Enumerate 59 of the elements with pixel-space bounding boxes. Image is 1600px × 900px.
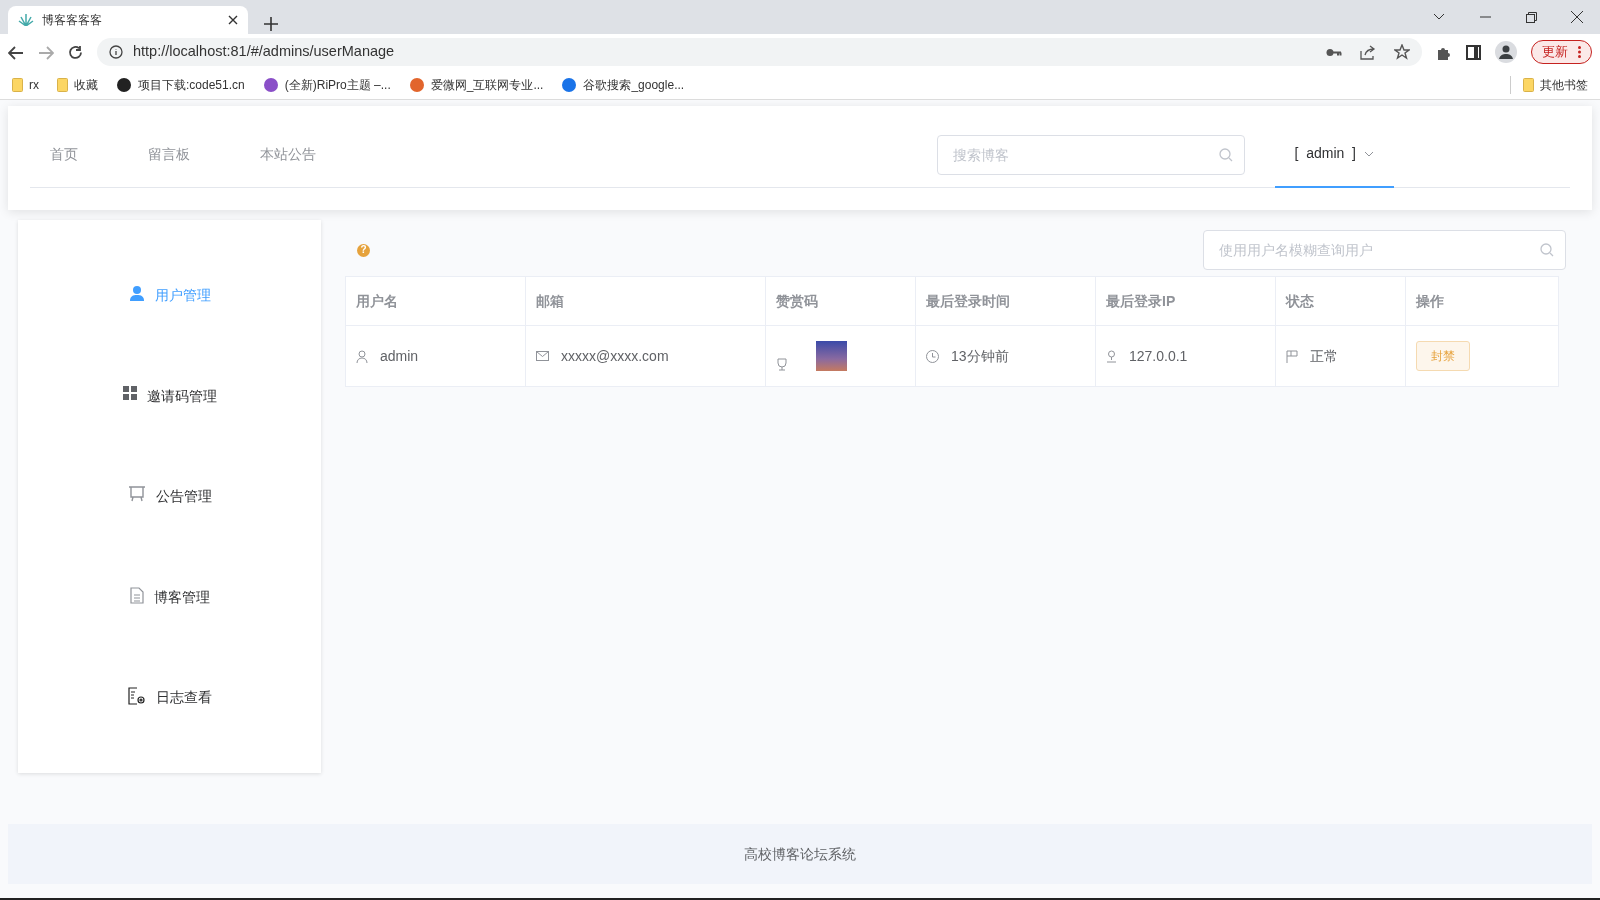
leaf-icon [18, 14, 34, 26]
log-gear-icon [127, 687, 146, 706]
bookmark[interactable]: 收藏 [57, 75, 98, 94]
column-header: 赞赏码 [765, 276, 916, 326]
sidebar-item[interactable]: 日志查看 [18, 672, 321, 773]
table-cell-text: admin [380, 346, 419, 366]
footer-text: 高校博客论坛系统 [744, 844, 856, 864]
column-header: 邮箱 [525, 276, 766, 326]
site-favicon-icon [408, 76, 425, 93]
search-field[interactable]: 搜索博客 [936, 134, 1245, 175]
profile-icon[interactable] [1495, 40, 1517, 64]
site-favicon-icon [116, 76, 132, 93]
table-cell-text: 正常 [1310, 346, 1338, 366]
browser-tab[interactable]: 博客客客客 [8, 6, 248, 34]
folder-icon [12, 77, 23, 92]
chevron-down-icon [1364, 150, 1374, 157]
bookmark[interactable]: 项目下载:code51.cn [116, 75, 245, 94]
table-cell-text: 127.0.0.1 [1129, 346, 1188, 366]
user-search-field[interactable]: 使用用户名模糊查询用户 [1203, 230, 1566, 270]
site-favicon-icon [561, 76, 578, 93]
sidebar-item[interactable]: 邀请码管理 [18, 370, 321, 472]
column-header: 操作 [1405, 276, 1559, 326]
document-icon [129, 586, 144, 604]
column-header: 最后登录时间 [915, 276, 1096, 326]
user-menu[interactable]: [ admin ] [1274, 121, 1394, 188]
address-bar[interactable]: http://localhost:81/#/admins/userManage [97, 38, 1422, 66]
column-header: 最后登录IP [1095, 276, 1276, 326]
sidebar-item[interactable]: 公告管理 [18, 471, 321, 572]
tab-title: 博客客客客 [42, 12, 103, 29]
site-favicon-icon [262, 76, 279, 93]
column-header: 状态 [1275, 276, 1406, 326]
more-icon[interactable] [1578, 46, 1581, 58]
bookmark[interactable]: rx [12, 75, 39, 94]
close-icon[interactable] [228, 15, 238, 25]
mail-icon [536, 351, 549, 361]
grid-icon [122, 385, 137, 400]
bookmark[interactable]: 爱微网_互联网专业... [408, 75, 544, 94]
table-cell-text: 13分钟前 [951, 346, 1009, 366]
trophy-icon [776, 358, 788, 371]
easel-icon [127, 486, 146, 503]
bookmark[interactable]: 谷歌搜索_google... [561, 75, 685, 94]
bookmark[interactable]: (全新)RiPro主题 –... [262, 75, 391, 94]
location-icon [1106, 349, 1117, 363]
other-bookmarks[interactable]: 其他书签 [1510, 75, 1588, 94]
sidebar-item[interactable]: 博客管理 [18, 571, 321, 673]
folder-icon [57, 77, 68, 92]
user-outline-icon [356, 349, 368, 363]
folder-icon [1523, 77, 1534, 92]
table-cell-text: xxxxx@xxxx.com [561, 346, 669, 366]
column-header: 用户名 [345, 276, 526, 326]
photo-placeholder [816, 341, 847, 371]
info-icon[interactable] [109, 45, 123, 59]
user-icon [128, 285, 145, 301]
clock-icon [926, 349, 939, 363]
flag-icon [1286, 349, 1298, 363]
share-icon[interactable] [1360, 44, 1376, 60]
update-button[interactable]: 更新 [1531, 39, 1592, 65]
star-icon[interactable] [1394, 44, 1410, 60]
key-icon[interactable] [1326, 47, 1342, 57]
